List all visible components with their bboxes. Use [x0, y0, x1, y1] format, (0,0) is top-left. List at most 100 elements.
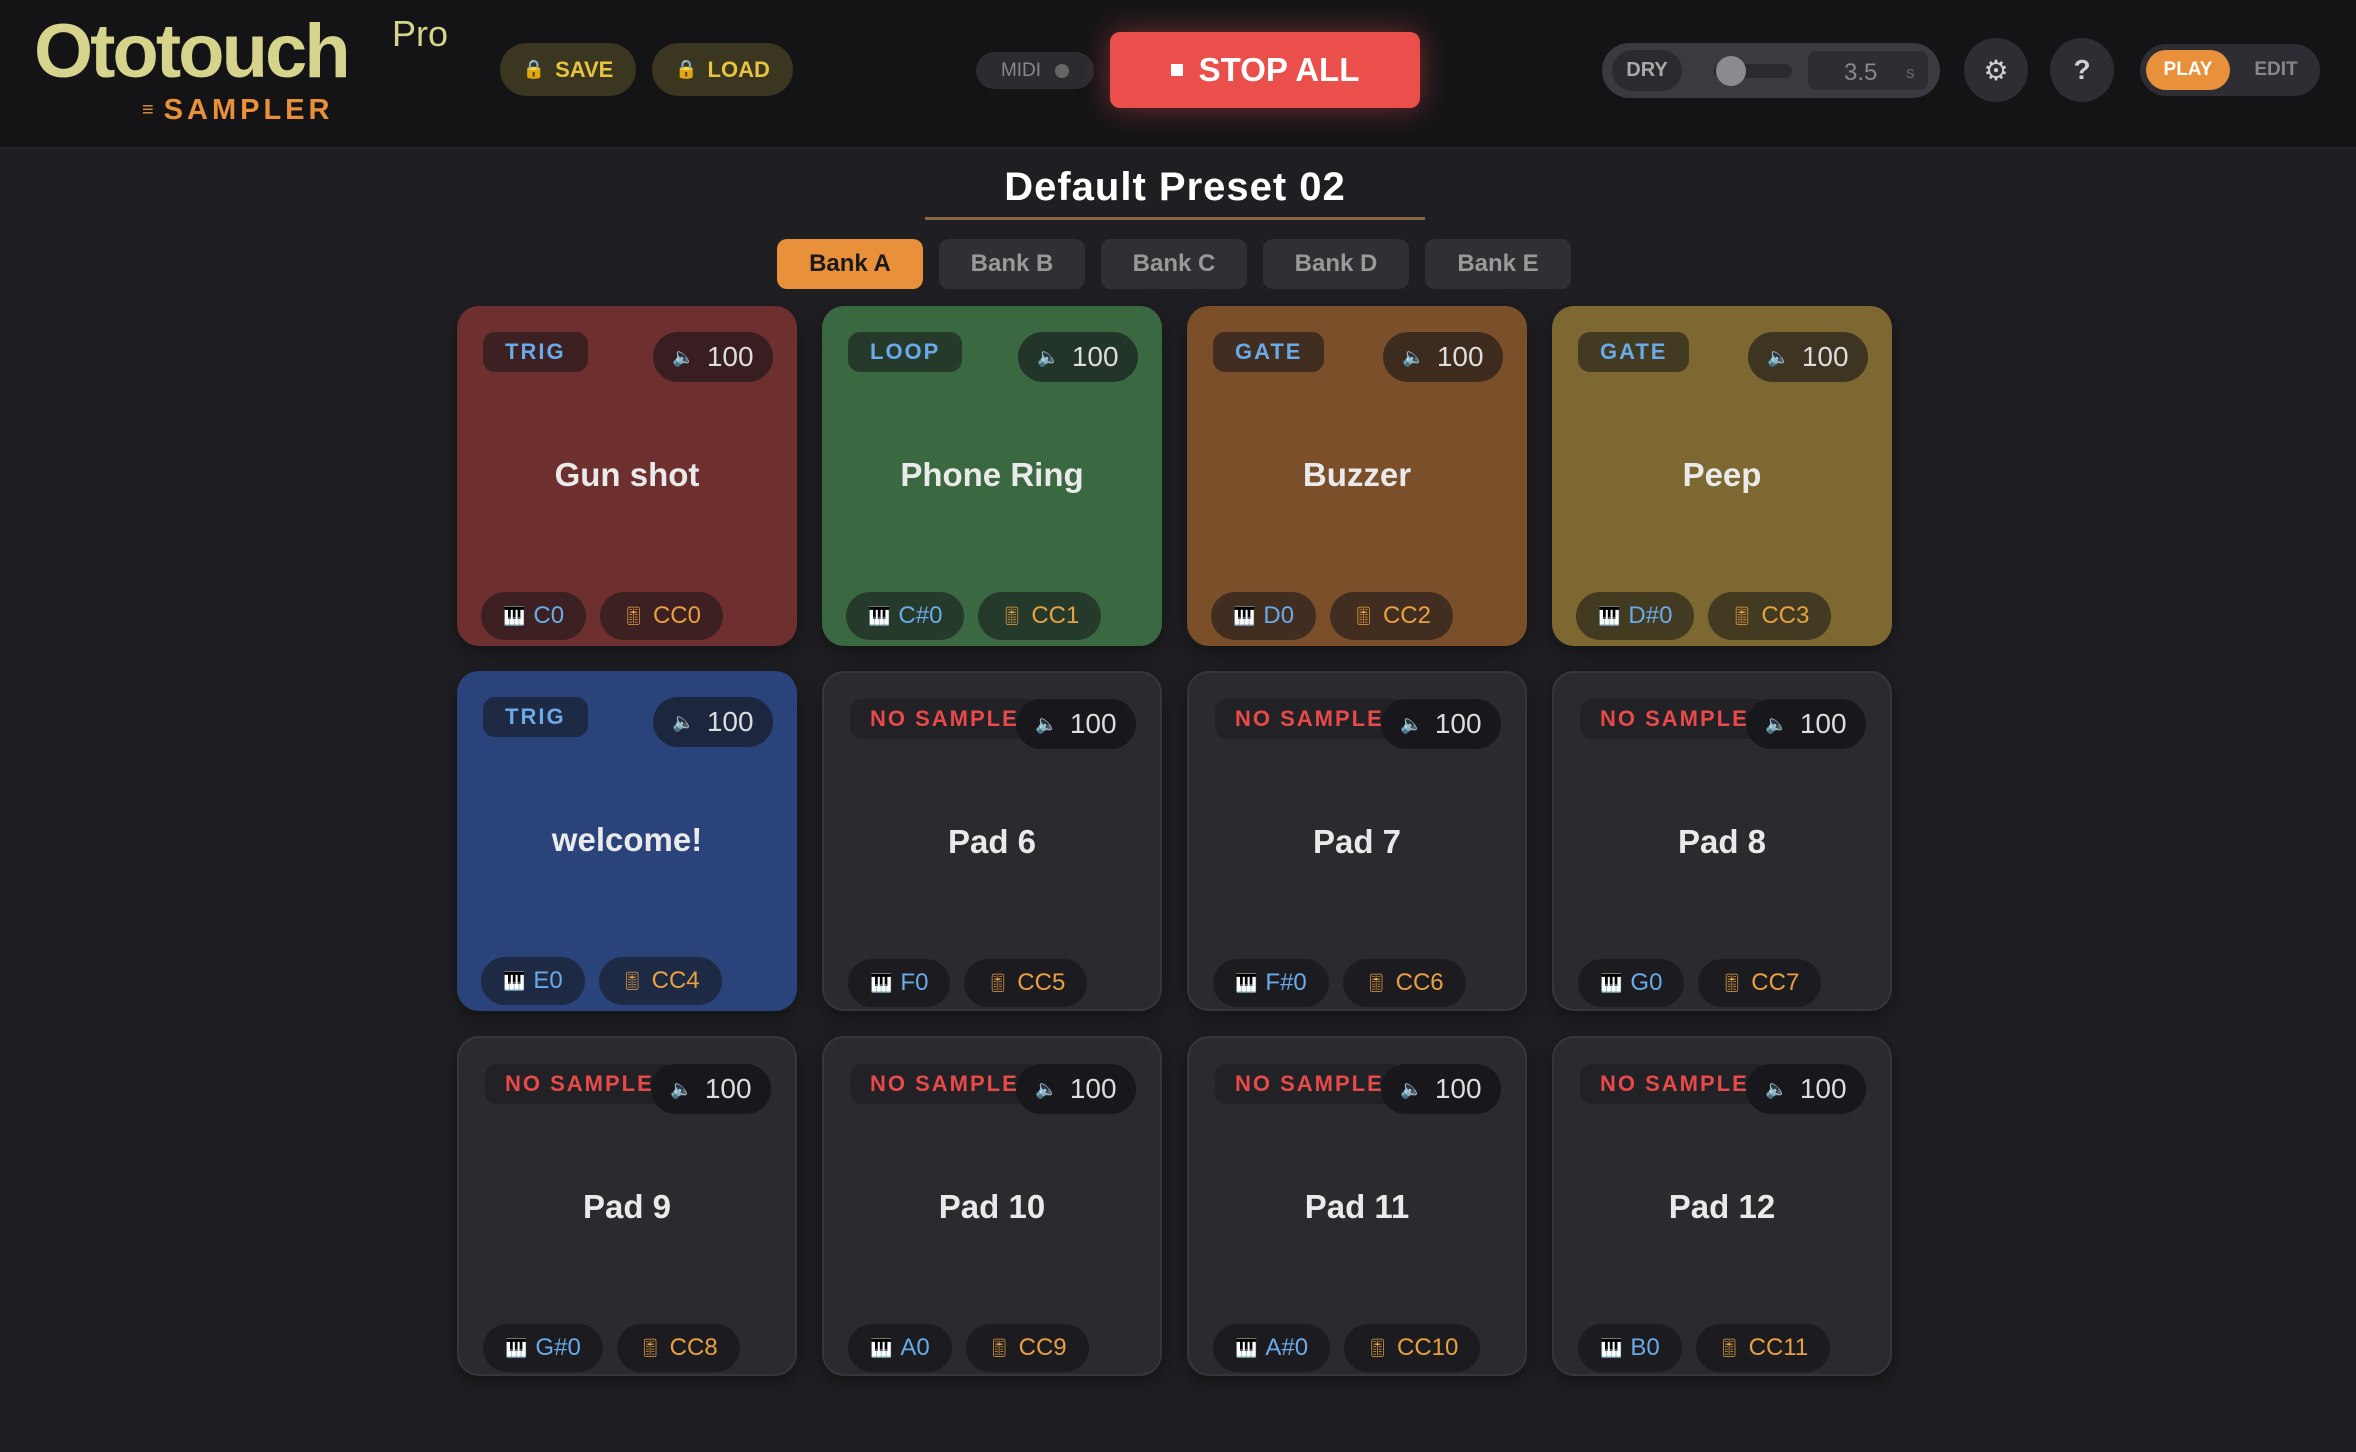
- pad-midi-cc[interactable]: 🎚 CC9: [965, 1324, 1089, 1372]
- pad-8[interactable]: NO SAMPLE 🔈 100 Pad 8 🎹 G0 🎚 CC7: [1552, 671, 1892, 1011]
- pad-mode-badge[interactable]: NO SAMPLE: [1580, 1064, 1769, 1104]
- preset-title[interactable]: Default Preset 02: [925, 158, 1425, 220]
- app-header: Ototouch Pro ≡ SAMPLER 🔒 SAVE 🔒 LOAD MIDI…: [0, 0, 2356, 148]
- pad-midi-note[interactable]: 🎹 F#0: [1213, 959, 1329, 1007]
- pad-volume[interactable]: 🔈 100: [653, 332, 773, 382]
- save-button[interactable]: 🔒 SAVE: [500, 43, 636, 96]
- piano-keys-icon: 🎹: [870, 1337, 893, 1358]
- pad-midi-note[interactable]: 🎹 D0: [1211, 592, 1317, 640]
- pad-midi-cc[interactable]: 🎚 CC5: [964, 959, 1088, 1007]
- pad-10[interactable]: NO SAMPLE 🔈 100 Pad 10 🎹 A0 🎚 CC9: [822, 1036, 1162, 1376]
- tab-bank-d[interactable]: Bank D: [1263, 239, 1409, 289]
- pad-midi-note[interactable]: 🎹 A0: [848, 1324, 952, 1372]
- pad-midi-cc[interactable]: 🎚 CC7: [1698, 959, 1822, 1007]
- edit-mode-button[interactable]: EDIT: [2240, 50, 2312, 90]
- pad-midi-note[interactable]: 🎹 A#0: [1213, 1324, 1331, 1372]
- pad-midi-note-value: E0: [533, 967, 563, 994]
- pad-midi-cc[interactable]: 🎚 CC0: [600, 592, 723, 640]
- pad-mode-badge[interactable]: NO SAMPLE: [1580, 699, 1769, 739]
- pad-midi-note[interactable]: 🎹 C#0: [846, 592, 965, 640]
- app-logo: Ototouch Pro ≡ SAMPLER: [34, 14, 454, 134]
- reverb-slider[interactable]: [1714, 56, 1792, 86]
- pad-5[interactable]: TRIG 🔈 100 welcome! 🎹 E0 🎚 CC4: [457, 671, 797, 1011]
- tab-bank-e[interactable]: Bank E: [1425, 239, 1571, 289]
- pad-12[interactable]: NO SAMPLE 🔈 100 Pad 12 🎹 B0 🎚 CC11: [1552, 1036, 1892, 1376]
- pad-midi-note[interactable]: 🎹 D#0: [1576, 592, 1695, 640]
- sliders-icon: 🎚: [620, 970, 644, 991]
- dry-button[interactable]: DRY: [1612, 50, 1682, 91]
- pad-midi-cc[interactable]: 🎚 CC6: [1342, 959, 1466, 1007]
- pad-mode-badge[interactable]: NO SAMPLE: [1215, 1064, 1404, 1104]
- pad-midi-cc[interactable]: 🎚 CC4: [598, 957, 722, 1005]
- pad-midi-cc[interactable]: 🎚 CC10: [1344, 1324, 1481, 1372]
- pad-midi-note-value: B0: [1630, 1334, 1660, 1361]
- pad-mode-badge[interactable]: TRIG: [483, 697, 588, 737]
- pad-midi-cc[interactable]: 🎚 CC3: [1708, 592, 1832, 640]
- pad-11[interactable]: NO SAMPLE 🔈 100 Pad 11 🎹 A#0 🎚 CC10: [1187, 1036, 1527, 1376]
- pad-volume[interactable]: 🔈 100: [1748, 332, 1868, 382]
- midi-indicator[interactable]: MIDI: [976, 52, 1094, 89]
- tab-bank-a[interactable]: Bank A: [777, 239, 923, 289]
- pad-name: Pad 10: [938, 1188, 1046, 1225]
- pad-midi-cc-value: CC2: [1382, 602, 1431, 629]
- pad-name: Pad 12: [1668, 1188, 1776, 1225]
- settings-button[interactable]: ⚙: [1964, 38, 2028, 102]
- pad-midi-cc[interactable]: 🎚 CC2: [1330, 592, 1453, 640]
- pad-volume[interactable]: 🔈 100: [1018, 332, 1138, 382]
- pad-mode-badge[interactable]: GATE: [1213, 332, 1325, 372]
- pad-volume[interactable]: 🔈 100: [1746, 699, 1866, 749]
- load-button[interactable]: 🔒 LOAD: [652, 43, 793, 96]
- pad-midi-note[interactable]: 🎹 E0: [481, 957, 585, 1005]
- pad-volume[interactable]: 🔈 100: [653, 697, 773, 747]
- help-button[interactable]: ?: [2050, 38, 2114, 102]
- pad-mode-badge[interactable]: NO SAMPLE: [850, 1064, 1039, 1104]
- speaker-icon: 🔈: [1037, 346, 1060, 367]
- sliders-icon: 🎚: [1717, 1337, 1741, 1358]
- logo-subtitle: ≡ SAMPLER: [142, 96, 333, 125]
- pad-volume[interactable]: 🔈 100: [651, 1064, 771, 1114]
- pad-4[interactable]: GATE 🔈 100 Peep 🎹 D#0 🎚 CC3: [1552, 306, 1892, 646]
- sliders-icon: 🎚: [986, 972, 1010, 993]
- pad-2[interactable]: LOOP 🔈 100 Phone Ring 🎹 C#0 🎚 CC1: [822, 306, 1162, 646]
- pad-mode-badge[interactable]: NO SAMPLE: [1215, 699, 1404, 739]
- pad-mode-badge[interactable]: NO SAMPLE: [485, 1064, 674, 1104]
- speaker-icon: 🔈: [1402, 346, 1425, 367]
- pad-volume-value: 100: [706, 341, 754, 372]
- reverb-time-input[interactable]: 3.5 s: [1808, 51, 1928, 90]
- pad-6[interactable]: NO SAMPLE 🔈 100 Pad 6 🎹 F0 🎚 CC5: [822, 671, 1162, 1011]
- pad-name: Gun shot: [554, 456, 700, 493]
- speaker-icon: 🔈: [1400, 713, 1423, 734]
- pad-mode-badge[interactable]: NO SAMPLE: [850, 699, 1039, 739]
- pad-volume[interactable]: 🔈 100: [1381, 1064, 1501, 1114]
- pad-midi-cc[interactable]: 🎚 CC1: [978, 592, 1102, 640]
- pad-volume[interactable]: 🔈 100: [1383, 332, 1503, 382]
- pad-volume[interactable]: 🔈 100: [1746, 1064, 1866, 1114]
- speaker-icon: 🔈: [672, 346, 695, 367]
- pad-9[interactable]: NO SAMPLE 🔈 100 Pad 9 🎹 G#0 🎚 CC8: [457, 1036, 797, 1376]
- pad-midi-note[interactable]: 🎹 B0: [1578, 1324, 1682, 1372]
- pad-7[interactable]: NO SAMPLE 🔈 100 Pad 7 🎹 F#0 🎚 CC6: [1187, 671, 1527, 1011]
- pad-midi-cc[interactable]: 🎚 CC11: [1695, 1324, 1831, 1372]
- tab-bank-b[interactable]: Bank B: [939, 239, 1085, 289]
- pad-volume[interactable]: 🔈 100: [1016, 699, 1136, 749]
- pad-mode-badge[interactable]: LOOP: [848, 332, 963, 372]
- pad-3[interactable]: GATE 🔈 100 Buzzer 🎹 D0 🎚 CC2: [1187, 306, 1527, 646]
- reverb-slider-thumb[interactable]: [1716, 56, 1746, 86]
- pad-midi-cc[interactable]: 🎚 CC8: [616, 1324, 740, 1372]
- play-mode-button[interactable]: PLAY: [2146, 50, 2230, 90]
- stop-all-button[interactable]: STOP ALL: [1110, 32, 1420, 108]
- pad-1[interactable]: TRIG 🔈 100 Gun shot 🎹 C0 🎚 CC0: [457, 306, 797, 646]
- pad-midi-note[interactable]: 🎹 F0: [848, 959, 951, 1007]
- pad-volume[interactable]: 🔈 100: [1016, 1064, 1136, 1114]
- pad-mode-badge[interactable]: TRIG: [483, 332, 588, 372]
- pad-mode-badge[interactable]: GATE: [1578, 332, 1690, 372]
- pad-midi-note[interactable]: 🎹 G#0: [483, 1324, 603, 1372]
- pad-volume-value: 100: [704, 1073, 752, 1104]
- tab-bank-c[interactable]: Bank C: [1101, 239, 1247, 289]
- pad-midi-note[interactable]: 🎹 G0: [1578, 959, 1685, 1007]
- pad-volume[interactable]: 🔈 100: [1381, 699, 1501, 749]
- pad-midi-note-value: F0: [900, 969, 929, 996]
- lock-icon: 🔒: [675, 59, 698, 79]
- pad-midi-note[interactable]: 🎹 C0: [481, 592, 587, 640]
- pad-midi-cc-value: CC0: [652, 602, 701, 629]
